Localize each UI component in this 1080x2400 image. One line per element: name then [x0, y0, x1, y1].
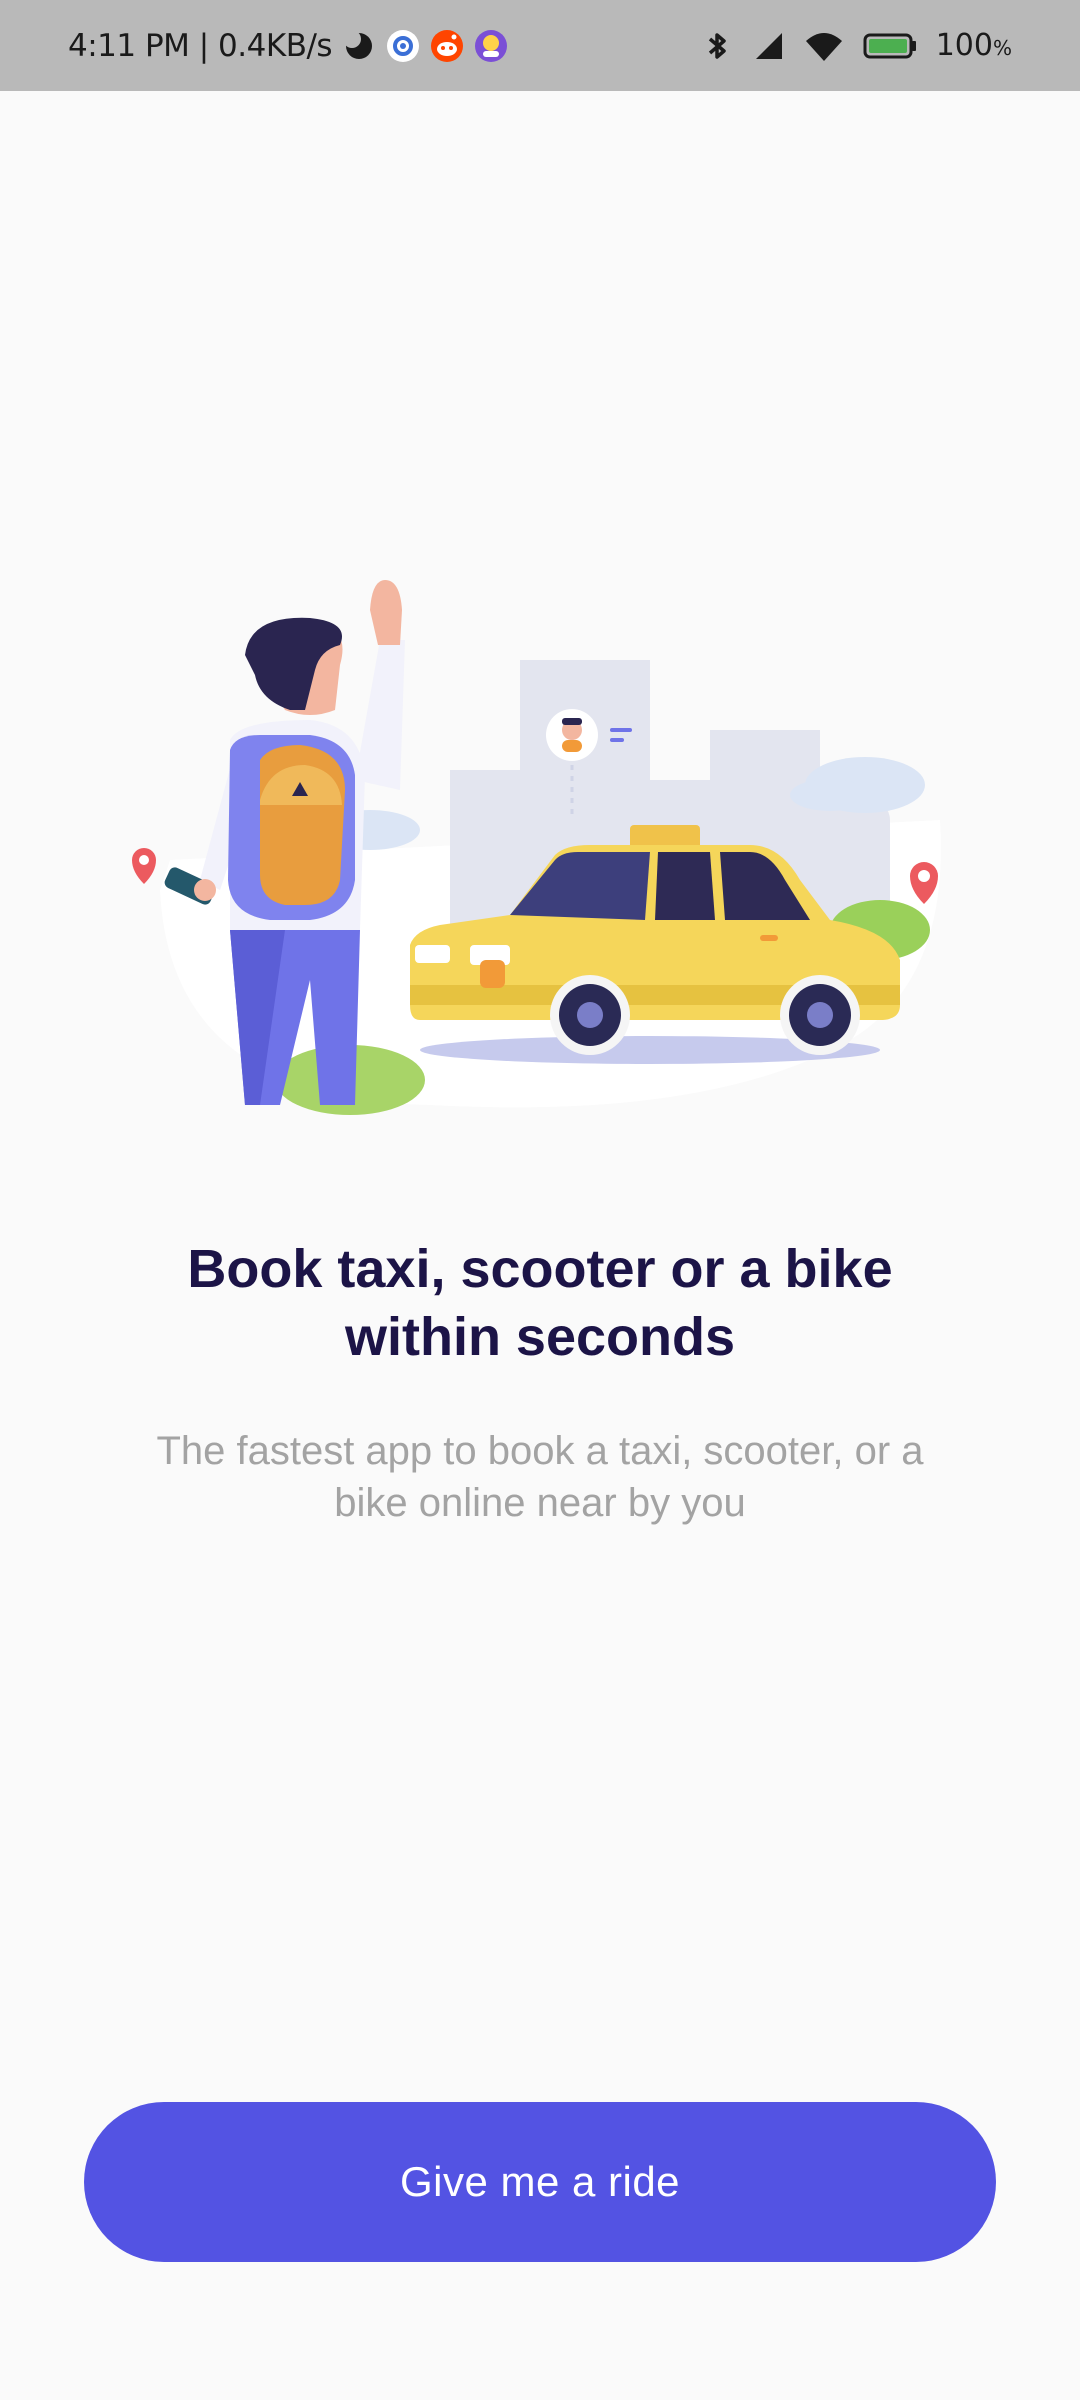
- status-bar: 4:11 PM | 0.4KB/s 100%: [0, 0, 1080, 91]
- subtext-line-2: bike online near by you: [334, 1481, 746, 1525]
- map-pin-icon: [132, 848, 156, 884]
- headline-line-2: within seconds: [344, 1307, 736, 1367]
- settings-app-icon: [387, 29, 420, 62]
- give-me-a-ride-button[interactable]: Give me a ride: [84, 2102, 996, 2262]
- reddit-icon: [431, 29, 464, 62]
- status-time-speed: 4:11 PM | 0.4KB/s: [68, 27, 333, 64]
- signal-icon: [755, 32, 782, 59]
- onboarding-headline: Book taxi, scooter or a bike within seco…: [90, 1235, 990, 1371]
- moon-icon: [343, 29, 373, 59]
- battery-icon: [863, 33, 916, 58]
- battery-percent: 100%: [935, 28, 1012, 63]
- headline-line-1: Book taxi, scooter or a bike: [187, 1239, 893, 1299]
- bluetooth-icon: [708, 32, 726, 59]
- wifi-icon: [805, 32, 842, 61]
- man-hailing-taxi-illustration: [132, 580, 941, 1115]
- subtext-line-1: The fastest app to book a taxi, scooter,…: [156, 1429, 924, 1473]
- game-app-icon: [475, 29, 508, 62]
- status-right: 100%: [700, 0, 1012, 91]
- onboarding-subtext: The fastest app to book a taxi, scooter,…: [90, 1425, 990, 1529]
- status-left: 4:11 PM | 0.4KB/s: [68, 0, 508, 91]
